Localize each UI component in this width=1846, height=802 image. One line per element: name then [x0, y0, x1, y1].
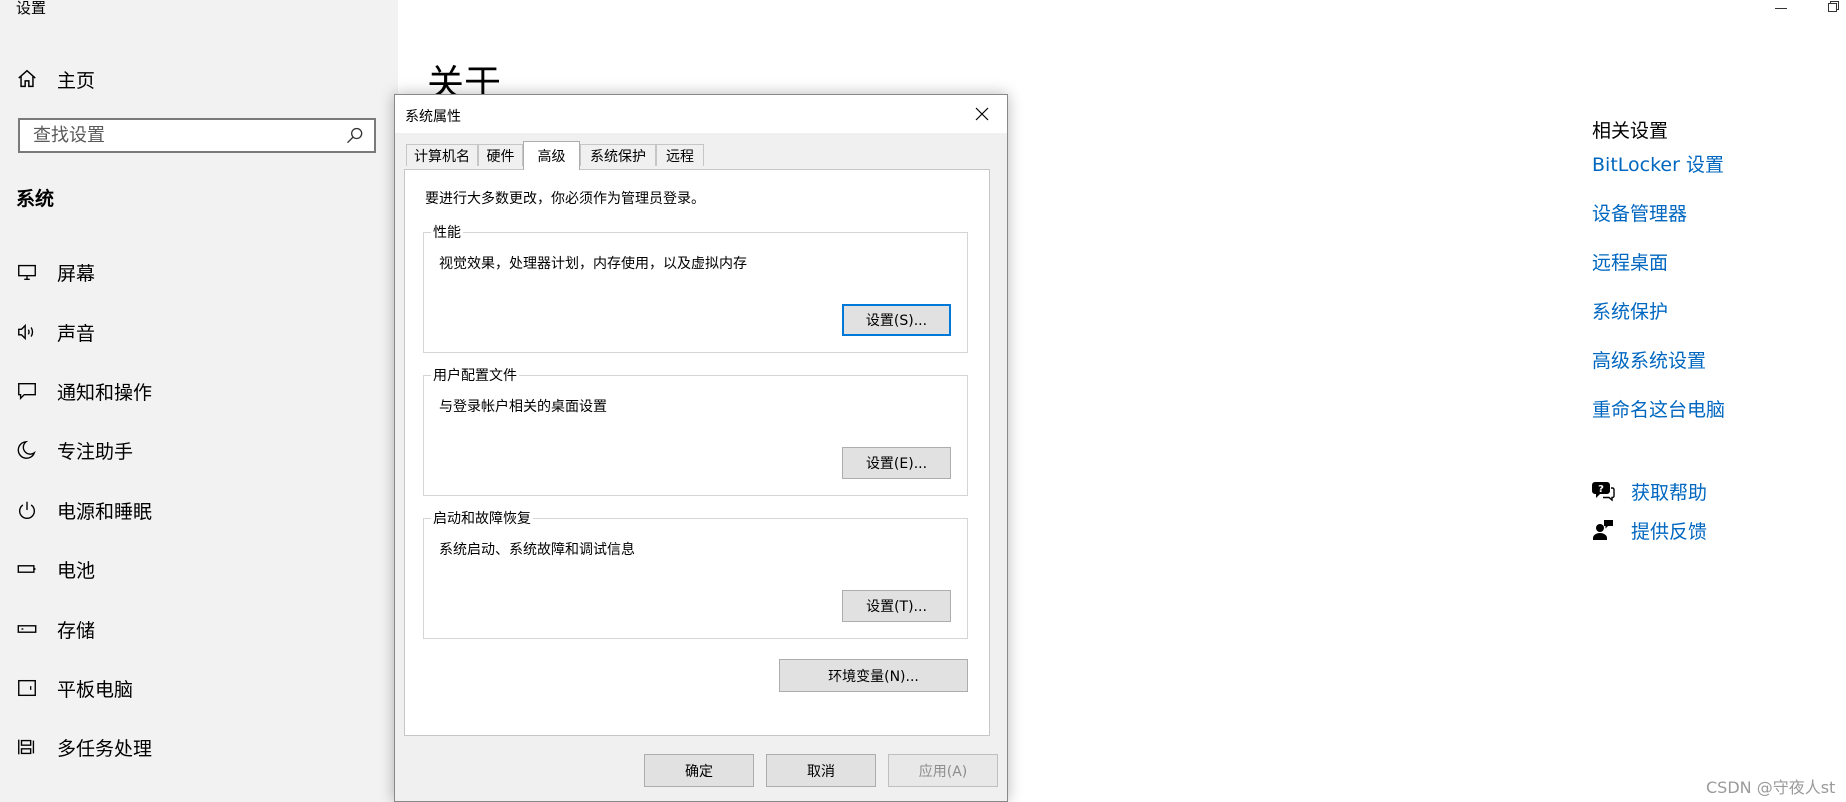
group-description: 系统启动、系统故障和调试信息	[439, 542, 635, 558]
sidebar-item-label: 屏幕	[57, 262, 96, 285]
link-advanced-system-settings[interactable]: 高级系统设置	[1592, 346, 1706, 373]
sidebar-item-sound[interactable]: 声音	[16, 316, 95, 348]
group-description: 视觉效果，处理器计划，内存使用，以及虚拟内存	[439, 256, 747, 272]
apply-button[interactable]: 应用(A)	[888, 754, 998, 787]
sidebar-item-label: 电源和睡眠	[57, 500, 153, 523]
sidebar-item-storage[interactable]: 存储	[16, 613, 95, 645]
help-chat-icon: ?	[1592, 482, 1615, 502]
search-input[interactable]	[20, 124, 345, 147]
tablet-icon	[18, 679, 36, 697]
dialog-titlebar[interactable]: 系统属性	[395, 95, 1007, 133]
monitor-icon	[18, 264, 36, 281]
link-rename-pc[interactable]: 重命名这台电脑	[1592, 395, 1725, 422]
performance-settings-button[interactable]: 设置(S)...	[842, 304, 951, 336]
give-feedback-link[interactable]: 提供反馈	[1591, 516, 1707, 544]
app-title: 设置	[16, 0, 47, 17]
tab-computer-name[interactable]: 计算机名	[406, 144, 478, 166]
sidebar-item-label: 通知和操作	[57, 381, 153, 404]
advanced-tab-panel: 要进行大多数更改，你必须作为管理员登录。 性能 视觉效果，处理器计划，内存使用，…	[404, 169, 990, 736]
tab-advanced[interactable]: 高级	[523, 141, 580, 170]
close-icon[interactable]	[974, 106, 990, 122]
group-title: 性能	[431, 222, 463, 242]
user-profiles-settings-button[interactable]: 设置(E)...	[842, 447, 951, 479]
home-icon	[18, 69, 36, 88]
sidebar-item-label: 存储	[57, 619, 96, 642]
tab-remote[interactable]: 远程	[656, 144, 704, 166]
multitasking-icon	[18, 739, 35, 755]
group-title: 启动和故障恢复	[431, 508, 533, 528]
sidebar-item-notifications[interactable]: 通知和操作	[16, 375, 152, 407]
nav-home-label: 主页	[57, 69, 96, 92]
startup-recovery-settings-button[interactable]: 设置(T)...	[842, 590, 951, 622]
battery-icon	[17, 565, 36, 573]
search-box[interactable]	[18, 118, 376, 153]
system-properties-dialog: 系统属性 计算机名 硬件 高级 系统保护 远程 要进行大多数更改，你必须作为管理…	[394, 94, 1008, 802]
dialog-title: 系统属性	[405, 109, 461, 125]
sidebar-item-power-sleep[interactable]: 电源和睡眠	[16, 494, 152, 526]
tab-system-protection[interactable]: 系统保护	[580, 144, 656, 166]
sidebar-item-tablet[interactable]: 平板电脑	[16, 672, 133, 704]
performance-group: 性能 视觉效果，处理器计划，内存使用，以及虚拟内存 设置(S)...	[423, 222, 968, 353]
give-feedback-label: 提供反馈	[1631, 520, 1708, 543]
sidebar-item-focus-assist[interactable]: 专注助手	[16, 434, 133, 466]
watermark: CSDN @守夜人st	[1706, 778, 1836, 797]
nav-home[interactable]: 主页	[16, 64, 95, 94]
startup-recovery-group: 启动和故障恢复 系统启动、系统故障和调试信息 设置(T)...	[423, 508, 968, 639]
settings-sidebar: 设置 主页 系统 屏幕 声音 通知和操作 专注助手	[0, 0, 398, 802]
notification-icon	[18, 382, 36, 400]
sidebar-item-display[interactable]: 屏幕	[16, 256, 95, 288]
tab-hardware[interactable]: 硬件	[478, 144, 523, 166]
sidebar-item-label: 平板电脑	[57, 678, 134, 701]
feedback-icon	[1593, 520, 1613, 540]
link-bitlocker[interactable]: BitLocker 设置	[1592, 150, 1724, 177]
link-device-manager[interactable]: 设备管理器	[1592, 199, 1687, 226]
moon-icon	[17, 440, 36, 459]
group-title: 用户配置文件	[431, 365, 519, 385]
cancel-button[interactable]: 取消	[766, 754, 876, 787]
link-system-protection[interactable]: 系统保护	[1592, 297, 1668, 324]
ok-button[interactable]: 确定	[644, 754, 754, 787]
user-profiles-group: 用户配置文件 与登录帐户相关的桌面设置 设置(E)...	[423, 365, 968, 496]
get-help-link[interactable]: ? 获取帮助	[1591, 477, 1707, 505]
sidebar-item-label: 电池	[57, 559, 96, 582]
admin-note: 要进行大多数更改，你必须作为管理员登录。	[425, 191, 705, 207]
sidebar-item-label: 专注助手	[57, 440, 134, 463]
section-header: 系统	[16, 188, 55, 210]
get-help-label: 获取帮助	[1631, 481, 1708, 504]
storage-icon	[17, 625, 37, 633]
sidebar-item-multitasking[interactable]: 多任务处理	[16, 731, 152, 763]
speaker-icon	[18, 323, 34, 341]
svg-text:?: ?	[1598, 484, 1604, 495]
link-remote-desktop[interactable]: 远程桌面	[1592, 248, 1668, 275]
related-settings-title: 相关设置	[1592, 120, 1669, 142]
search-icon[interactable]	[345, 126, 365, 146]
minimize-icon[interactable]	[1775, 2, 1787, 14]
group-description: 与登录帐户相关的桌面设置	[439, 399, 607, 415]
sidebar-item-label: 多任务处理	[57, 737, 153, 760]
power-icon	[19, 501, 35, 519]
sidebar-item-battery[interactable]: 电池	[16, 553, 95, 585]
restore-icon[interactable]	[1827, 0, 1840, 13]
environment-variables-button[interactable]: 环境变量(N)...	[779, 659, 968, 692]
sidebar-item-label: 声音	[57, 322, 96, 345]
